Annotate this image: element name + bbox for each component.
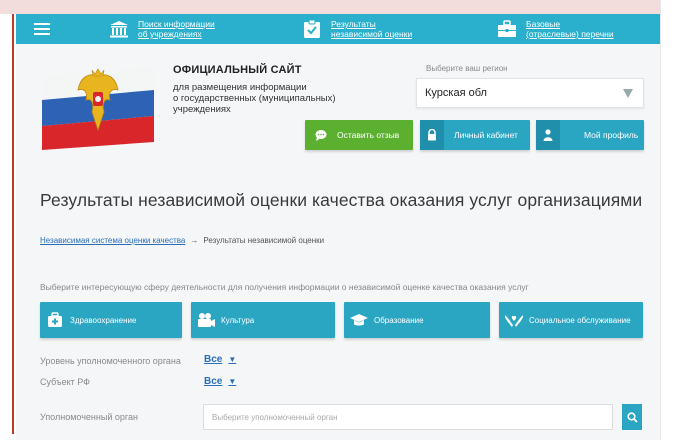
nav-search-label: Поиск информации об учреждениях (138, 19, 215, 39)
sphere-culture-label: Культура (221, 315, 255, 325)
theater-camera-icon (191, 312, 221, 328)
site-description: для размещения информации о государствен… (173, 82, 336, 115)
sphere-social-label: Социальное обслуживание (529, 315, 631, 325)
building-icon (108, 19, 130, 39)
breadcrumb-separator: → (190, 236, 199, 245)
organ-field[interactable] (203, 404, 613, 430)
level-select[interactable]: Все ▼ (204, 354, 236, 365)
subject-select[interactable]: Все ▼ (204, 376, 236, 387)
speech-bubble-icon (313, 129, 329, 141)
medical-case-icon (40, 312, 70, 328)
personal-cabinet-button[interactable]: Личный кабинет (420, 120, 530, 150)
nav-results-label: Результаты независимой оценки (331, 19, 413, 39)
sphere-healthcare-button[interactable]: Здравоохранение (40, 302, 182, 338)
page-title: Результаты независимой оценки качества о… (40, 190, 643, 210)
lock-icon (420, 120, 444, 150)
menu-icon[interactable] (34, 23, 50, 35)
organ-input[interactable] (204, 405, 612, 429)
search-icon (626, 411, 638, 423)
breadcrumb: Независимая система оценки качества → Ре… (40, 236, 324, 245)
my-profile-button[interactable]: Мой профиль (536, 120, 644, 150)
nav-base-lists-label: Базовые (отраслевые) перечни (526, 19, 614, 39)
sphere-education-button[interactable]: Образование (344, 302, 490, 338)
sphere-prompt: Выберите интересующую сферу деятельности… (40, 282, 529, 292)
organ-label: Уполномоченный орган (40, 412, 138, 422)
right-margin (660, 0, 673, 440)
breadcrumb-link-nsok[interactable]: Независимая система оценки качества (40, 236, 185, 245)
caret-down-icon: ▼ (228, 355, 237, 364)
sphere-culture-button[interactable]: Культура (191, 302, 335, 338)
briefcase-icon (496, 19, 518, 39)
sphere-healthcare-label: Здравоохранение (70, 315, 137, 325)
feedback-button[interactable]: Оставить отзыв (305, 120, 413, 150)
page: Поиск информации об учреждениях Результа… (16, 14, 660, 440)
subject-value: Все (204, 376, 223, 387)
user-icon (536, 120, 560, 150)
top-nav: Поиск информации об учреждениях Результа… (16, 14, 660, 44)
feedback-label: Оставить отзыв (337, 130, 400, 140)
region-value: Курская обл (425, 87, 487, 99)
level-value: Все (204, 354, 223, 365)
graduation-cap-icon (344, 312, 374, 328)
caret-down-icon: ▼ (228, 377, 237, 386)
nav-search-institutions[interactable]: Поиск информации об учреждениях (108, 17, 215, 41)
sphere-social-button[interactable]: Социальное обслуживание (499, 302, 643, 338)
nav-base-lists[interactable]: Базовые (отраслевые) перечни (496, 17, 614, 41)
site-title: ОФИЦИАЛЬНЫЙ САЙТ (173, 64, 302, 76)
profile-label: Мой профиль (584, 130, 639, 140)
top-band (0, 0, 673, 14)
region-select[interactable]: Курская обл (416, 78, 644, 108)
level-label: Уровень уполномоченного органа (40, 356, 181, 366)
red-margin-line (12, 14, 14, 434)
cabinet-label: Личный кабинет (454, 130, 518, 140)
chevron-down-icon (623, 89, 633, 98)
clipboard-check-icon (301, 19, 323, 39)
coat-of-arms-flag-logo (38, 58, 158, 150)
subject-label: Субъект РФ (40, 377, 90, 387)
region-label: Выберите ваш регион (426, 64, 508, 73)
search-button[interactable] (622, 404, 642, 430)
heart-hands-icon (499, 312, 529, 328)
breadcrumb-current: Результаты независимой оценки (203, 236, 325, 245)
nav-results[interactable]: Результаты независимой оценки (301, 17, 412, 41)
sphere-education-label: Образование (374, 315, 424, 325)
